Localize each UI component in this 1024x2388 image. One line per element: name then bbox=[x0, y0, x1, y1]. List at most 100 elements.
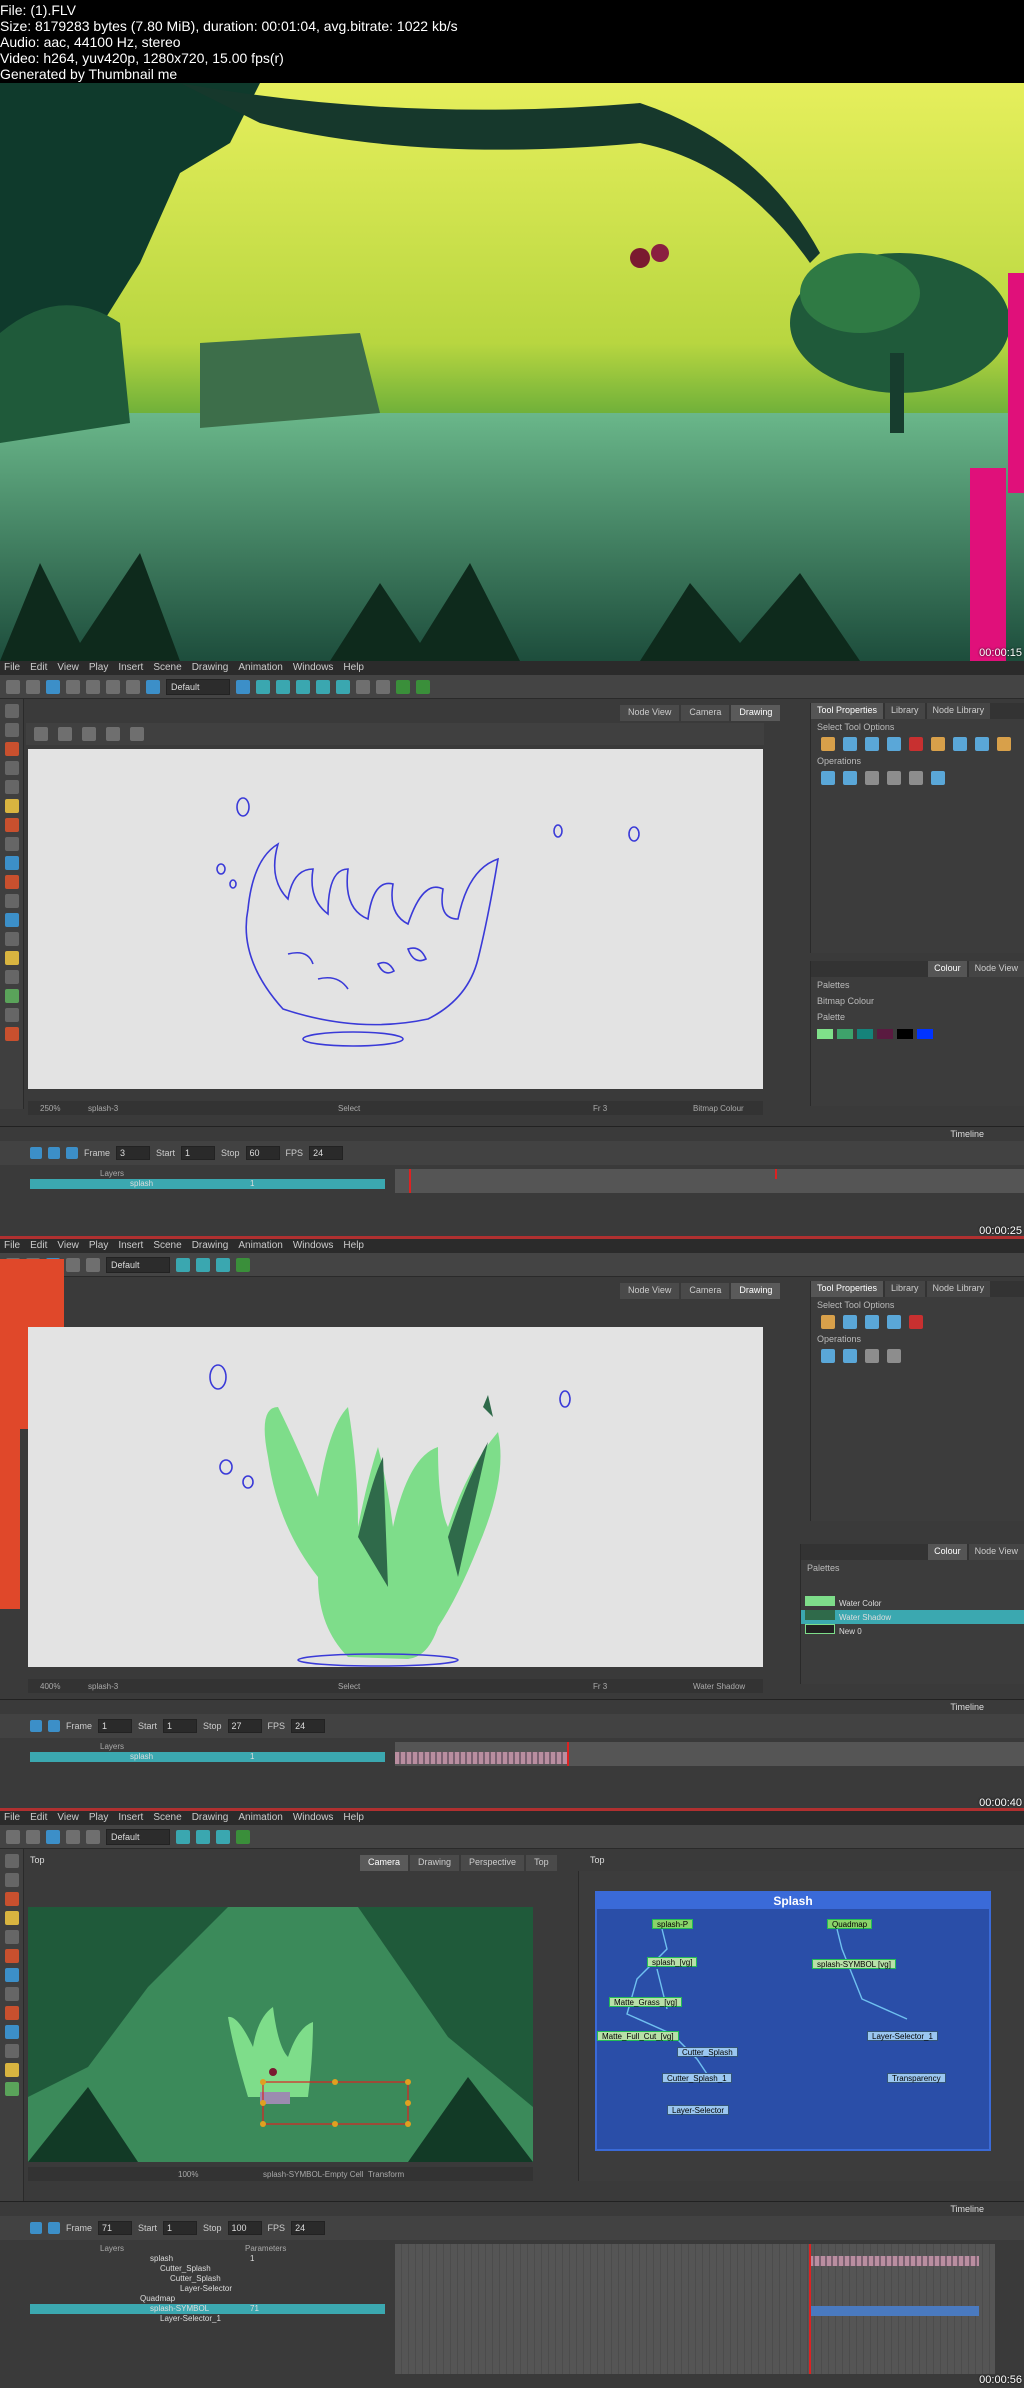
swatch[interactable] bbox=[897, 1029, 913, 1039]
node-layer-selector-1[interactable]: Layer-Selector_1 bbox=[867, 2031, 938, 2041]
rotate-icon[interactable] bbox=[196, 1829, 210, 1844]
tab-camera[interactable]: Camera bbox=[681, 705, 730, 721]
menu-animation[interactable]: Animation bbox=[238, 1239, 282, 1253]
menu-play[interactable]: Play bbox=[89, 1239, 108, 1253]
tab-camera[interactable]: Camera bbox=[360, 1855, 409, 1871]
menu-view[interactable]: View bbox=[57, 1811, 79, 1825]
tab-tool-properties[interactable]: Tool Properties bbox=[811, 703, 884, 719]
menu-scene[interactable]: Scene bbox=[153, 1239, 181, 1253]
text-icon[interactable] bbox=[5, 1930, 19, 1944]
frame-field[interactable]: 3 bbox=[116, 1146, 151, 1160]
exposure-cells-selected[interactable] bbox=[809, 2306, 979, 2316]
menu-play[interactable]: Play bbox=[89, 661, 108, 675]
menu-file[interactable]: File bbox=[4, 1239, 20, 1253]
layer-row[interactable]: Cutter_Splash bbox=[30, 2264, 385, 2274]
snap-contour-icon[interactable] bbox=[887, 1315, 901, 1329]
flip-v-icon[interactable] bbox=[843, 771, 857, 785]
paste-icon[interactable] bbox=[146, 679, 160, 694]
palettes-label[interactable]: Palettes bbox=[801, 1560, 1024, 1576]
node-splash-p[interactable]: splash-P bbox=[652, 1919, 694, 1929]
transform-icon[interactable] bbox=[256, 679, 270, 694]
select-icon[interactable] bbox=[5, 1854, 19, 1868]
undo-icon[interactable] bbox=[66, 1829, 80, 1844]
node-matte-grass[interactable]: Matte_Grass_[vg] bbox=[609, 1997, 683, 2007]
menu-edit[interactable]: Edit bbox=[30, 1239, 47, 1253]
skew-icon[interactable] bbox=[336, 679, 350, 694]
play-icon[interactable] bbox=[30, 2222, 42, 2234]
settings-icon[interactable] bbox=[34, 727, 48, 741]
sound-icon[interactable] bbox=[66, 1147, 78, 1159]
splash-group-node[interactable]: Splash splash-P Quadmap splash_[vg] spla… bbox=[595, 1891, 991, 2151]
tab-colour[interactable]: Colour bbox=[928, 1544, 967, 1560]
undo-icon[interactable] bbox=[86, 679, 100, 694]
menu-drawing[interactable]: Drawing bbox=[192, 1239, 229, 1253]
layer-row[interactable]: Quadmap bbox=[30, 2294, 385, 2304]
flip-h-icon[interactable] bbox=[821, 1349, 835, 1363]
menu-windows[interactable]: Windows bbox=[293, 1239, 334, 1253]
layer-row[interactable]: Cutter_Splash bbox=[30, 2274, 385, 2284]
menu-windows[interactable]: Windows bbox=[293, 661, 334, 675]
menu-edit[interactable]: Edit bbox=[30, 661, 47, 675]
transform-icon[interactable] bbox=[176, 1257, 190, 1272]
rotate-ccw-icon[interactable] bbox=[887, 1349, 901, 1363]
open-icon[interactable] bbox=[26, 679, 40, 694]
tab-top[interactable]: Top bbox=[526, 1855, 557, 1871]
stop-marker[interactable] bbox=[567, 1742, 569, 1766]
menu-view[interactable]: View bbox=[57, 661, 79, 675]
layer-row[interactable]: Layer-Selector bbox=[30, 2284, 385, 2294]
drawing-canvas[interactable] bbox=[28, 1327, 763, 1667]
line-icon[interactable] bbox=[5, 856, 19, 870]
node-breadcrumb[interactable]: Top bbox=[590, 1855, 605, 1865]
camera-icon[interactable] bbox=[236, 679, 250, 694]
workspace-combo[interactable]: Default bbox=[166, 678, 230, 695]
menu-insert[interactable]: Insert bbox=[118, 661, 143, 675]
menu-insert[interactable]: Insert bbox=[118, 1811, 143, 1825]
marquee-icon[interactable] bbox=[843, 737, 857, 751]
flip-h-icon[interactable] bbox=[821, 771, 835, 785]
stop-field[interactable]: 60 bbox=[245, 1146, 280, 1160]
ink-icon[interactable] bbox=[5, 894, 19, 908]
hand-icon[interactable] bbox=[5, 2044, 19, 2058]
top-breadcrumb[interactable]: Top bbox=[30, 1855, 45, 1865]
tab-drawing[interactable]: Drawing bbox=[731, 1283, 781, 1299]
menu-file[interactable]: File bbox=[4, 1811, 20, 1825]
tab-node-view[interactable]: Node View bbox=[620, 1283, 680, 1299]
copy-icon[interactable] bbox=[126, 679, 140, 694]
node-splash-symbol[interactable]: splash-SYMBOL [vg] bbox=[812, 1959, 896, 1969]
colour-row-selected[interactable]: Water Shadow bbox=[801, 1610, 1024, 1624]
start-field[interactable]: 1 bbox=[163, 1719, 198, 1733]
snap-icon[interactable] bbox=[865, 737, 879, 751]
rotate-ccw-icon[interactable] bbox=[887, 771, 901, 785]
line-icon[interactable] bbox=[5, 1968, 19, 1982]
layer-row[interactable]: splash 1 bbox=[30, 1752, 385, 1762]
grid-icon[interactable] bbox=[58, 727, 72, 741]
snap-contour-icon[interactable] bbox=[887, 737, 901, 751]
contour-editor-icon[interactable] bbox=[5, 723, 19, 737]
permanent-icon[interactable] bbox=[909, 1315, 923, 1329]
menu-insert[interactable]: Insert bbox=[118, 1239, 143, 1253]
pencil-icon[interactable] bbox=[5, 1911, 19, 1925]
stroke-icon[interactable] bbox=[5, 2082, 19, 2096]
hand-icon[interactable] bbox=[5, 932, 19, 946]
save-icon[interactable] bbox=[46, 1829, 60, 1844]
stop-field[interactable]: 100 bbox=[227, 2221, 262, 2235]
morph-icon[interactable] bbox=[5, 951, 19, 965]
swatch[interactable] bbox=[917, 1029, 933, 1039]
contour-editor-icon[interactable] bbox=[5, 1873, 19, 1887]
node-quadmap[interactable]: Quadmap bbox=[827, 1919, 873, 1929]
menu-help[interactable]: Help bbox=[343, 661, 364, 675]
tab-node-view-2[interactable]: Node View bbox=[968, 961, 1024, 977]
menu-windows[interactable]: Windows bbox=[293, 1811, 334, 1825]
zoom-icon[interactable] bbox=[5, 913, 19, 927]
loop-icon[interactable] bbox=[48, 1147, 60, 1159]
node-splash-vg[interactable]: splash_[vg] bbox=[647, 1957, 698, 1967]
line-tool-icon[interactable] bbox=[130, 727, 144, 741]
fps-field[interactable]: 24 bbox=[309, 1146, 344, 1160]
swatch[interactable] bbox=[837, 1029, 853, 1039]
cut-icon[interactable] bbox=[66, 679, 80, 694]
brush-icon[interactable] bbox=[5, 1892, 19, 1906]
new-icon[interactable] bbox=[6, 679, 20, 694]
scale-icon[interactable] bbox=[316, 679, 330, 694]
colour-row[interactable]: Water Color bbox=[801, 1596, 1024, 1610]
rotate-cw-icon[interactable] bbox=[865, 771, 879, 785]
